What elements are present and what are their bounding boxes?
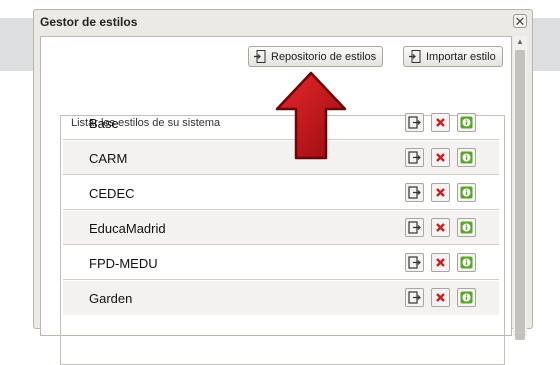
style-repository-label: Repositorio de estilos: [271, 50, 377, 63]
delete-style-button[interactable]: [431, 183, 450, 202]
delete-icon: [436, 118, 445, 127]
dialog-titlebar[interactable]: Gestor de estilos ✕: [34, 10, 532, 34]
import-style-label: Importar estilo: [426, 50, 496, 63]
delete-icon: [436, 188, 445, 197]
style-name: CARM: [89, 151, 128, 166]
export-style-button[interactable]: [405, 288, 424, 307]
delete-style-button[interactable]: [431, 218, 450, 237]
style-repository-button[interactable]: Repositorio de estilos: [248, 46, 384, 67]
red-up-arrow-annotation-icon: [275, 71, 347, 160]
style-name: EducaMadrid: [89, 221, 166, 236]
vertical-scrollbar[interactable]: ▲: [513, 36, 527, 340]
export-style-button[interactable]: [405, 253, 424, 272]
style-row-educamadrid: EducaMadrid: [63, 211, 499, 245]
export-icon: [408, 291, 421, 304]
close-icon: ✕: [514, 14, 526, 29]
export-style-button[interactable]: [405, 218, 424, 237]
delete-style-button[interactable]: [431, 148, 450, 167]
import-style-button[interactable]: Importar estilo: [403, 46, 503, 67]
delete-style-button[interactable]: [431, 113, 450, 132]
dialog-title: Gestor de estilos: [40, 15, 138, 29]
style-info-button[interactable]: [457, 253, 476, 272]
delete-icon: [436, 293, 445, 302]
style-info-button[interactable]: [457, 218, 476, 237]
style-row-garden: Garden: [63, 281, 499, 315]
delete-icon: [436, 258, 445, 267]
export-icon: [408, 116, 421, 129]
style-info-button[interactable]: [457, 183, 476, 202]
style-info-button[interactable]: [457, 148, 476, 167]
delete-style-button[interactable]: [431, 253, 450, 272]
delete-icon: [436, 223, 445, 232]
info-icon: [460, 221, 473, 234]
scrollbar-thumb[interactable]: [515, 50, 525, 340]
info-icon: [460, 256, 473, 269]
style-name: Base: [89, 116, 119, 131]
style-row-cedec: CEDEC: [63, 176, 499, 210]
style-name: Garden: [89, 291, 133, 306]
style-name: FPD-MEDU: [89, 256, 158, 271]
export-icon: [408, 256, 421, 269]
scroll-up-arrow-icon[interactable]: ▲: [513, 36, 527, 48]
export-icon: [408, 186, 421, 199]
style-name: CEDEC: [89, 186, 135, 201]
export-style-button[interactable]: [405, 183, 424, 202]
info-icon: [460, 291, 473, 304]
export-style-button[interactable]: [405, 113, 424, 132]
info-icon: [460, 116, 473, 129]
delete-icon: [436, 153, 445, 162]
info-icon: [460, 186, 473, 199]
import-icon: [409, 50, 421, 63]
style-info-button[interactable]: [457, 113, 476, 132]
export-style-button[interactable]: [405, 148, 424, 167]
styles-manager-dialog: Gestor de estilos ✕ Repositorio de estil…: [33, 9, 533, 365]
export-icon: [408, 221, 421, 234]
import-icon: [254, 50, 266, 63]
style-info-button[interactable]: [457, 288, 476, 307]
style-row-fpd-medu: FPD-MEDU: [63, 246, 499, 280]
close-button[interactable]: ✕: [513, 14, 527, 28]
info-icon: [460, 151, 473, 164]
delete-style-button[interactable]: [431, 288, 450, 307]
export-icon: [408, 151, 421, 164]
